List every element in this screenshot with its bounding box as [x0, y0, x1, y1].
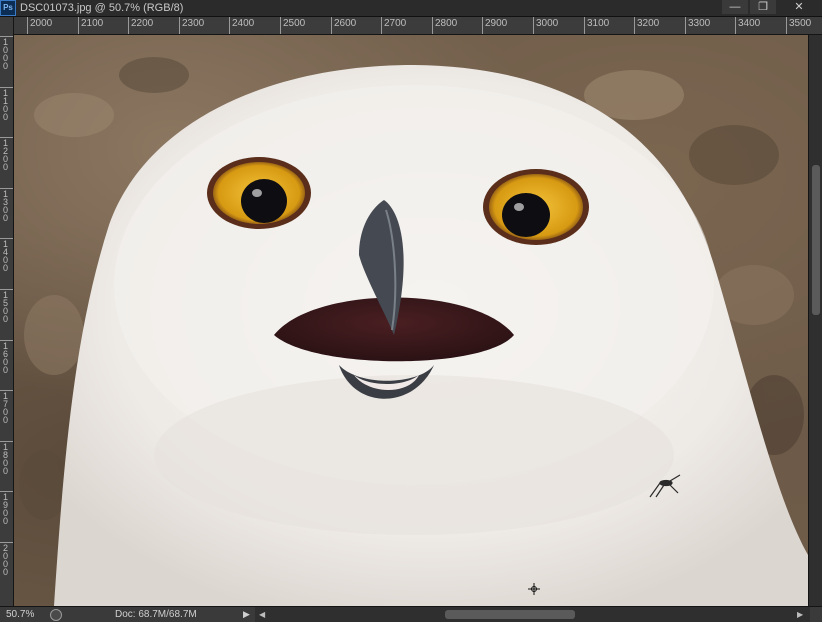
ruler-tick [735, 17, 736, 34]
ruler-tick [634, 17, 635, 34]
ruler-label: 3000 [536, 18, 559, 29]
ruler-tick [381, 17, 382, 34]
horizontal-ruler[interactable]: 2000 2100 2200 2300 2400 2500 2600 2700 2800 2900… [14, 17, 822, 35]
vertical-scrollbar[interactable] [808, 35, 822, 606]
ruler-tick [280, 17, 281, 34]
scroll-left-icon[interactable]: ◀ [259, 608, 265, 621]
ruler-label: 1800 [2, 442, 8, 476]
ruler-label: 1000 [2, 37, 8, 71]
ruler-label: 3100 [587, 18, 610, 29]
ruler-label: 3500 [789, 18, 812, 29]
ruler-label: 2100 [81, 18, 104, 29]
ruler-tick [78, 17, 79, 34]
ruler-label: 2400 [232, 18, 255, 29]
ruler-label: 3200 [637, 18, 660, 29]
ruler-tick [533, 17, 534, 34]
scroll-right-icon[interactable]: ▶ [797, 608, 803, 621]
ruler-label: 1700 [2, 391, 8, 425]
minimize-button[interactable]: — [722, 0, 748, 14]
ruler-label: 2600 [334, 18, 357, 29]
ruler-label: 2700 [384, 18, 407, 29]
ruler-label: 2000 [30, 18, 53, 29]
ruler-label: 1400 [2, 239, 8, 273]
ruler-label: 1100 [2, 88, 8, 122]
ruler-label: 2800 [435, 18, 458, 29]
ruler-label: 2200 [131, 18, 154, 29]
vertical-ruler[interactable]: 1000 1100 1200 1300 1400 1500 1600 1700 1800 1900… [0, 34, 14, 606]
ruler-tick [128, 17, 129, 34]
status-bar: 50.7% Doc: 68.7M/68.7M ▶ ◀ ▶ [0, 606, 822, 622]
close-button[interactable]: ✕ [784, 0, 814, 14]
ruler-label: 2000 [2, 543, 8, 577]
ruler-tick [584, 17, 585, 34]
maximize-button[interactable]: ❐ [750, 0, 776, 14]
ruler-tick [432, 17, 433, 34]
ruler-label: 2300 [182, 18, 205, 29]
ruler-label: 1600 [2, 341, 8, 375]
title-bar: Ps DSC01073.jpg @ 50.7% (RGB/8) — ❐ ✕ [0, 0, 822, 17]
ruler-origin-corner[interactable] [0, 17, 14, 35]
ruler-tick [179, 17, 180, 34]
status-menu-arrow-icon[interactable]: ▶ [243, 608, 250, 621]
ruler-tick [685, 17, 686, 34]
ruler-label: 2500 [283, 18, 306, 29]
ruler-label: 1900 [2, 492, 8, 526]
ruler-label: 3300 [688, 18, 711, 29]
ruler-label: 3400 [738, 18, 761, 29]
zoom-level[interactable]: 50.7% [6, 608, 34, 621]
image-canvas[interactable] [14, 35, 808, 606]
status-info-icon[interactable] [50, 609, 62, 621]
ruler-tick [27, 17, 28, 34]
vertical-scroll-thumb[interactable] [812, 165, 820, 315]
ruler-label: 1300 [2, 189, 8, 223]
owl-photo [19, 57, 808, 606]
horizontal-scroll-thumb[interactable] [445, 610, 575, 619]
ruler-tick [331, 17, 332, 34]
document-tab-title[interactable]: DSC01073.jpg @ 50.7% (RGB/8) [20, 1, 183, 15]
photoshop-logo: Ps [0, 0, 16, 16]
ruler-label: 2900 [485, 18, 508, 29]
document-size-info: Doc: 68.7M/68.7M [115, 609, 197, 620]
horizontal-scrollbar[interactable]: ◀ ▶ [255, 607, 810, 622]
ruler-label: 1200 [2, 138, 8, 172]
ruler-tick [482, 17, 483, 34]
ruler-label: 1500 [2, 290, 8, 324]
ruler-tick [786, 17, 787, 34]
ruler-tick [229, 17, 230, 34]
